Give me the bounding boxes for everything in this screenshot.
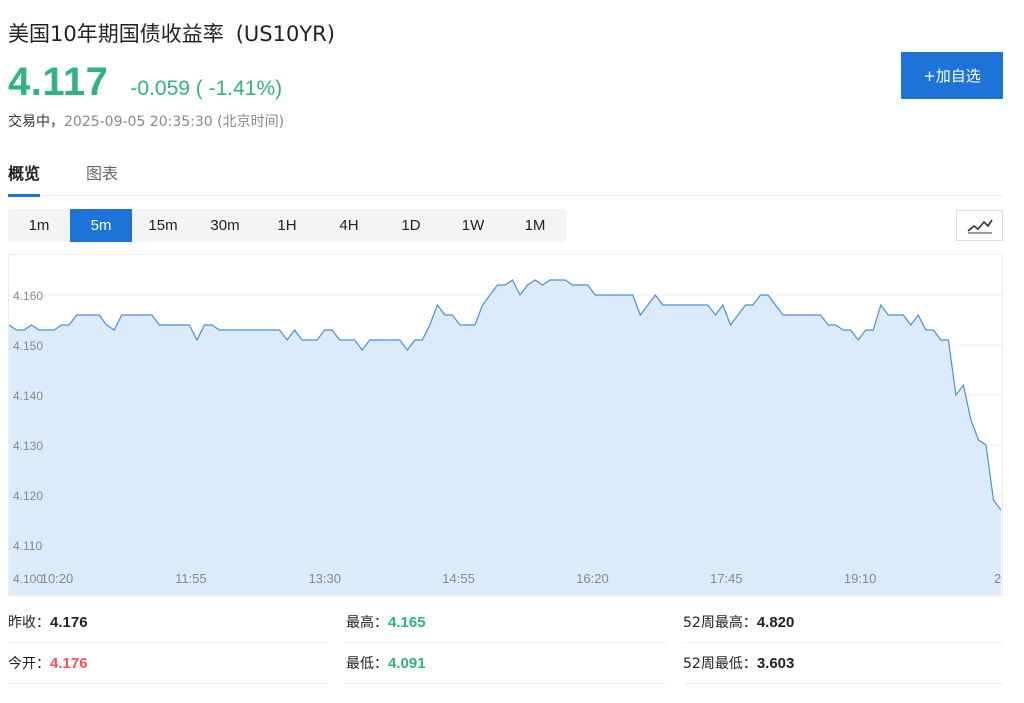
period-1m[interactable]: 1m (8, 209, 70, 242)
y-tick-label: 4.140 (13, 389, 43, 403)
chart-type-button[interactable] (956, 210, 1003, 241)
quote-row: 4.117 -0.059 ( -1.41%) (8, 60, 282, 105)
stat-prev-close: 昨收： 4.176 (8, 602, 328, 643)
stat-52w-low: 52周最低： 3.603 (683, 643, 1003, 684)
period-4h[interactable]: 4H (318, 209, 380, 242)
instrument-name: 美国10年期国债收益率 (8, 22, 224, 46)
stat-value: 4.165 (388, 613, 426, 631)
y-tick-label: 4.160 (13, 289, 43, 303)
trading-status-label: 交易中， (8, 114, 64, 130)
period-selector: 1m 5m 15m 30m 1H 4H 1D 1W 1M (8, 209, 566, 242)
stat-label: 昨收： (8, 615, 50, 631)
x-tick-label: 17:45 (710, 571, 743, 586)
x-tick-label: 11:55 (175, 571, 207, 586)
x-tick-label: 14:55 (442, 571, 475, 586)
period-5m[interactable]: 5m (70, 209, 132, 242)
y-tick-label: 4.100 (13, 572, 43, 586)
stat-label: 今开： (8, 656, 50, 672)
x-tick-label: 19:10 (844, 571, 877, 586)
stat-value: 4.820 (756, 613, 795, 631)
stat-value: 4.176 (50, 613, 88, 631)
price-change: -0.059 ( -1.41%) (130, 77, 283, 100)
period-1mo[interactable]: 1M (504, 209, 566, 242)
stat-label: 52周最高： (683, 615, 757, 631)
stat-low: 最低： 4.091 (346, 643, 666, 684)
period-1d[interactable]: 1D (380, 209, 442, 242)
price-chart[interactable]: 4.100 4.110 4.120 4.130 4.140 4.150 4.160 10:2… (8, 254, 1003, 596)
stat-value: 3.603 (756, 654, 795, 672)
y-tick-label: 4.150 (13, 339, 43, 353)
period-30m[interactable]: 30m (194, 209, 256, 242)
x-tick-label: 20:3 (994, 571, 1002, 586)
quote-timestamp: 2025-09-05 20:35:30 (北京时间) (64, 114, 285, 130)
last-price: 4.117 (8, 60, 109, 104)
period-1w[interactable]: 1W (442, 209, 504, 242)
line-chart-icon (966, 219, 993, 233)
stats-col-middle: 最高： 4.165 最低： 4.091 (346, 602, 666, 684)
y-tick-label: 4.110 (13, 539, 42, 553)
stats-col-right: 52周最高： 4.820 52周最低： 3.603 (683, 602, 1003, 684)
y-tick-label: 4.120 (13, 489, 43, 503)
trade-status: 交易中， 2025-09-05 20:35:30 (北京时间) (8, 111, 284, 131)
x-tick-label: 16:20 (576, 571, 609, 586)
stat-label: 52周最低： (683, 656, 757, 672)
stats-col-left: 昨收： 4.176 今开： 4.176 (8, 602, 328, 684)
price-area (9, 280, 1001, 595)
x-tick-label: 10:20 (41, 571, 74, 586)
tab-overview[interactable]: 概览 (8, 150, 41, 197)
stat-high: 最高： 4.165 (346, 602, 666, 643)
period-15m[interactable]: 15m (132, 209, 194, 242)
stat-label: 最低： (346, 656, 388, 672)
x-tick-label: 13:30 (308, 571, 341, 586)
stat-open: 今开： 4.176 (8, 643, 328, 684)
instrument-title: 美国10年期国债收益率 (US10YR) (8, 18, 335, 48)
add-to-watchlist-button[interactable]: +加自选 (901, 52, 1003, 99)
y-tick-label: 4.130 (13, 439, 43, 453)
tab-chart[interactable]: 图表 (86, 150, 118, 196)
price-chart-svg: 4.100 4.110 4.120 4.130 4.140 4.150 4.160 10:2… (9, 279, 1002, 595)
stat-52w-high: 52周最高： 4.820 (683, 602, 1003, 643)
stat-label: 最高： (346, 615, 388, 631)
stat-value: 4.176 (50, 654, 88, 672)
stat-value: 4.091 (388, 654, 426, 672)
section-tabs: 概览 图表 (8, 150, 1003, 197)
instrument-code: (US10YR) (235, 22, 335, 46)
period-1h[interactable]: 1H (256, 209, 318, 242)
